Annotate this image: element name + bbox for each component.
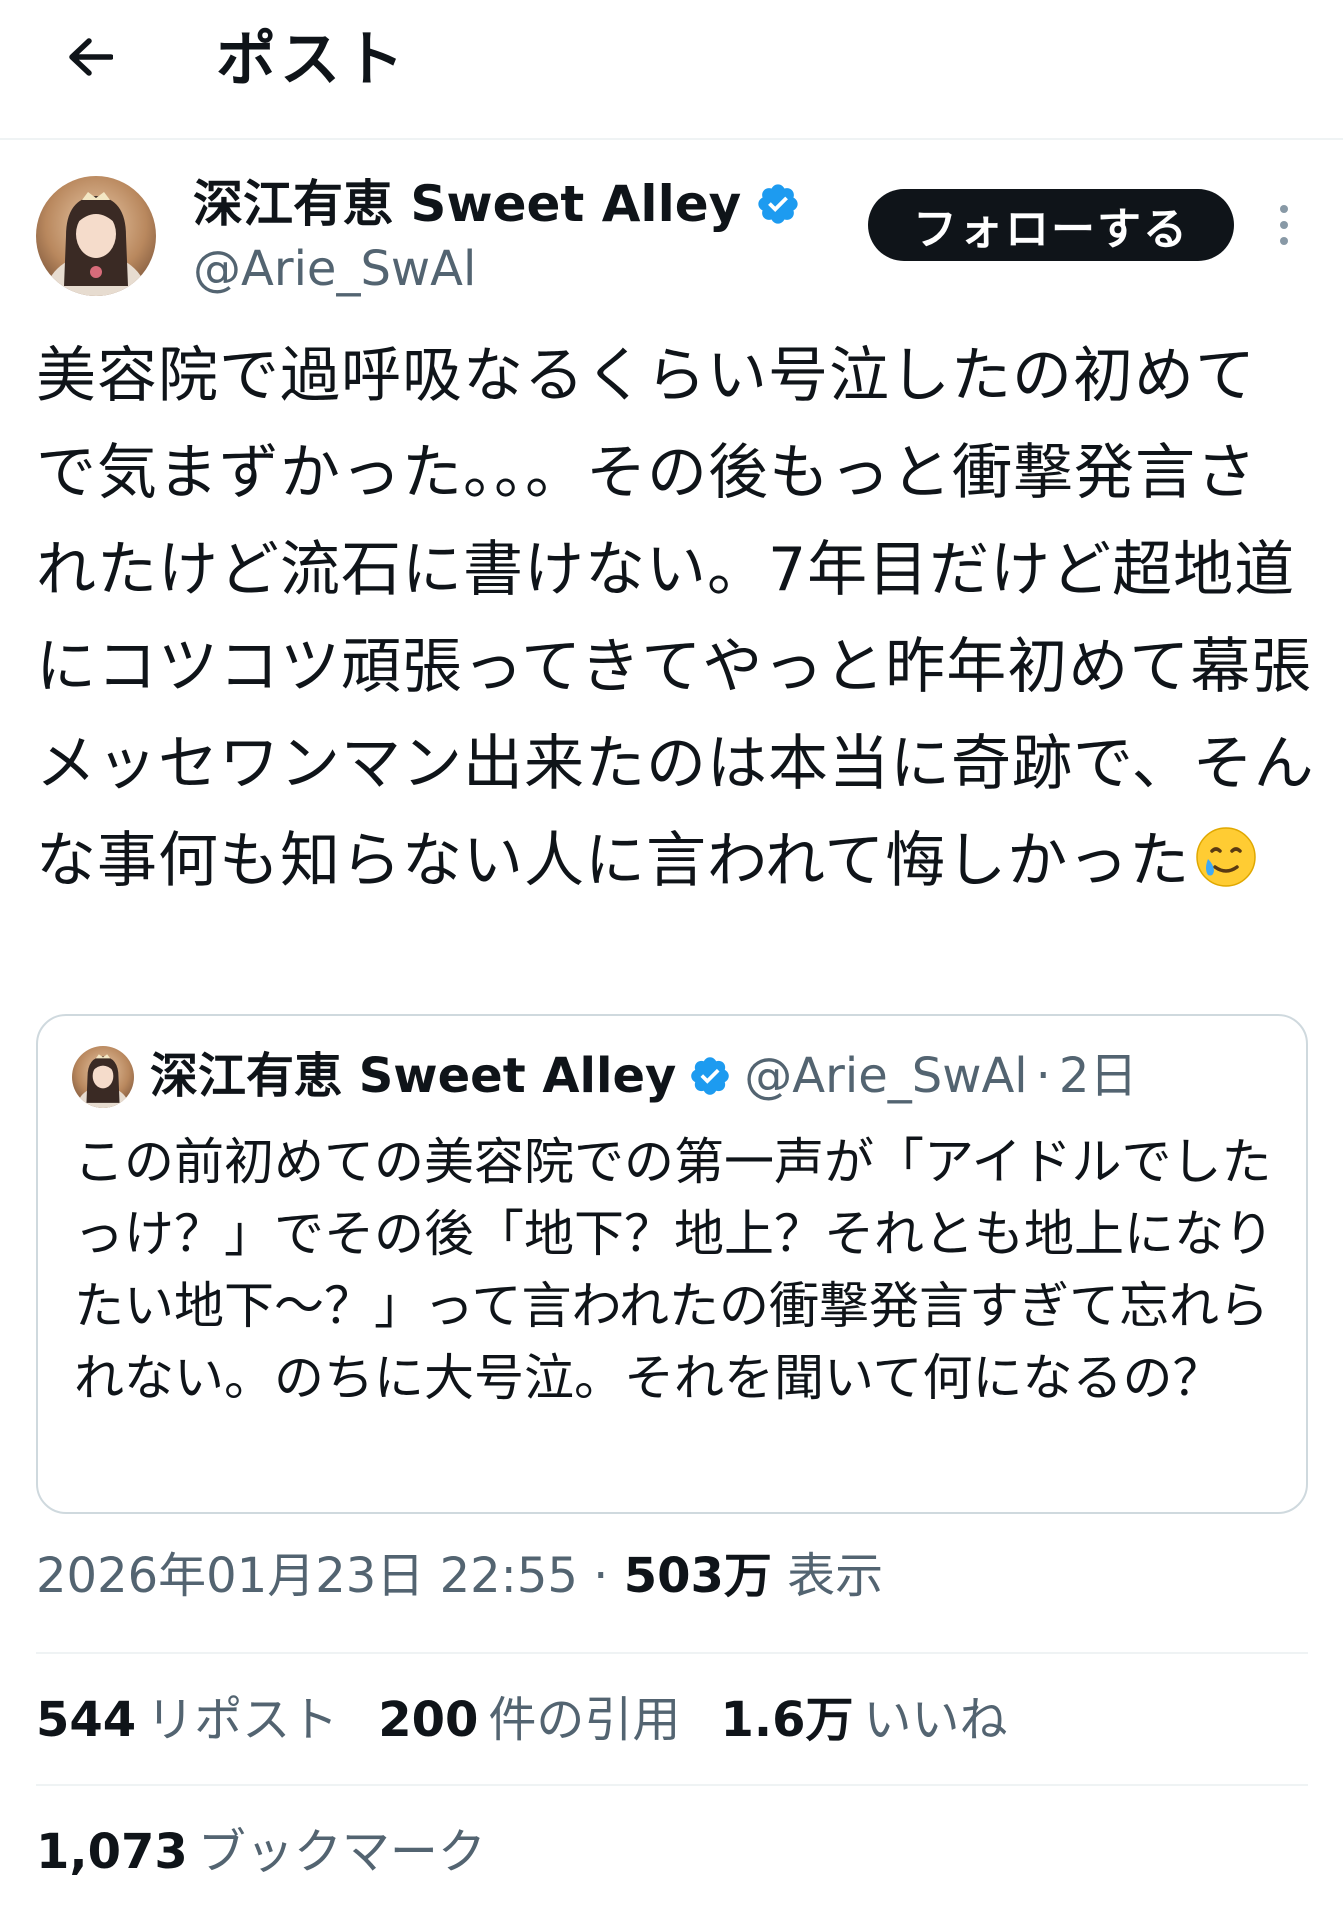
reposts-label: リポスト — [146, 1692, 339, 1748]
reposts-stat[interactable]: 544 リポスト — [36, 1690, 338, 1750]
likes-label: いいね — [863, 1692, 1008, 1748]
bookmarks-stat[interactable]: 1,073 ブックマーク — [36, 1822, 486, 1882]
avatar[interactable] — [36, 176, 156, 296]
bookmarks-label: ブックマーク — [197, 1824, 486, 1880]
top-bar: ポスト — [0, 0, 1343, 140]
quote-age: 2日 — [1058, 1048, 1138, 1104]
reposts-count: 544 — [36, 1692, 137, 1748]
views-label: 表示 — [787, 1548, 884, 1604]
quote-header: 深江有恵 Sweet Alley @Arie_SwAl · 2日 — [150, 1044, 1137, 1108]
post-body: 美容院で過呼吸なるくらい号泣したの初めてで気まずかった。。。その後もっと衝撃発言… — [36, 328, 1316, 910]
avatar-image — [36, 176, 156, 296]
quote-text: この前初めての美容院での第一声が「アイドルでしたっけ？」でその後「地下？地上？そ… — [74, 1133, 1274, 1407]
author-handle[interactable]: @Arie_SwAl — [193, 240, 476, 298]
author-name-row[interactable]: 深江有恵 Sweet Alley — [193, 174, 801, 234]
back-button[interactable] — [55, 22, 125, 92]
verified-badge-icon — [691, 1057, 730, 1095]
divider — [36, 1652, 1308, 1654]
quotes-count: 200 — [378, 1692, 479, 1748]
quote-avatar-image — [72, 1046, 134, 1108]
follow-button[interactable]: フォローする — [868, 189, 1234, 261]
meta-separator: · — [593, 1548, 609, 1604]
post-meta-row: 2026年01月23日 22:55 · 503万 表示 — [36, 1546, 883, 1606]
likes-stat[interactable]: 1.6万 いいね — [720, 1690, 1007, 1750]
author-name[interactable]: 深江有恵 Sweet Alley — [193, 174, 741, 234]
smiling-face-with-tear-icon — [1196, 827, 1256, 887]
page-title: ポスト — [216, 25, 408, 95]
post-text: 美容院で過呼吸なるくらい号泣したの初めてで気まずかった。。。その後もっと衝撃発言… — [36, 341, 1315, 896]
quoted-post-card[interactable]: 深江有恵 Sweet Alley @Arie_SwAl · 2日 この前初めての… — [36, 1014, 1308, 1514]
more-vertical-icon-dot — [1280, 221, 1288, 229]
more-options-button[interactable] — [1264, 200, 1304, 250]
quote-separator: · — [1035, 1048, 1051, 1104]
quotes-stat[interactable]: 200 件の引用 — [378, 1690, 680, 1750]
more-vertical-icon-dot — [1280, 237, 1288, 245]
quote-author-handle: @Arie_SwAl — [744, 1048, 1028, 1104]
views-count: 503万 — [623, 1548, 772, 1604]
divider — [36, 1784, 1308, 1786]
quote-author-name: 深江有恵 Sweet Alley — [150, 1048, 677, 1104]
post-timestamp[interactable]: 2026年01月23日 22:55 — [36, 1548, 578, 1604]
verified-badge-icon — [758, 184, 798, 224]
quotes-label: 件の引用 — [488, 1692, 681, 1748]
likes-count: 1.6万 — [720, 1692, 854, 1748]
engagement-stats: 544 リポスト 200 件の引用 1.6万 いいね — [36, 1690, 1008, 1750]
quote-avatar — [72, 1046, 134, 1108]
bookmarks-count: 1,073 — [36, 1824, 188, 1880]
arrow-left-icon — [69, 38, 113, 76]
more-vertical-icon-dot — [1280, 205, 1288, 213]
